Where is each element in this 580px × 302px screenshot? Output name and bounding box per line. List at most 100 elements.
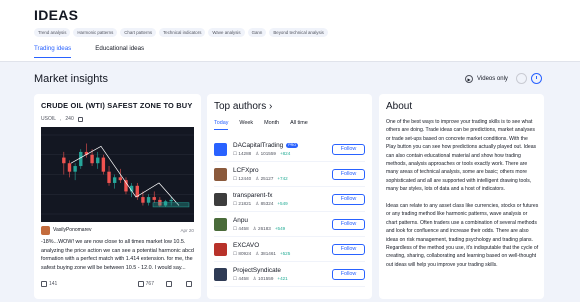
- author-row[interactable]: ProjectSyndicate ☐ 4458 ♙ 101559 +421 Follow: [214, 262, 365, 287]
- idea-author[interactable]: VasilyPonomarev: [53, 227, 92, 233]
- idea-card[interactable]: CRUDE OIL (WTI) SAFEST ZONE TO BUY USOIL…: [34, 94, 201, 299]
- candle-body: [96, 157, 100, 164]
- author-name-line: DACapitalTrading PRO: [233, 142, 332, 149]
- pattern-line: [70, 145, 180, 206]
- author-info: LCFXpro ☐ 12440 ♙ 25127 +742: [233, 167, 332, 182]
- followers-count: ♙ 101559: [252, 275, 274, 281]
- follow-button[interactable]: Follow: [332, 243, 365, 255]
- share-icon[interactable]: [166, 281, 172, 287]
- ideas-count: ☐ 4458: [233, 225, 249, 231]
- bookmark-icon[interactable]: [186, 281, 192, 287]
- follow-button[interactable]: Follow: [332, 268, 365, 280]
- candle-body: [112, 177, 117, 183]
- candle-body: [79, 151, 83, 167]
- ideas-count: ☐ 12440: [233, 175, 252, 181]
- tab-today[interactable]: Today: [214, 120, 229, 130]
- author-row[interactable]: EXCAVO ☐ 80924 ♙ 381461 +525 Follow: [214, 237, 365, 262]
- idea-footer: 141 767: [41, 281, 194, 287]
- author-info: transparent-fx ☐ 21821 ♙ 85324 +549: [233, 192, 332, 207]
- avatar[interactable]: [41, 225, 50, 235]
- avatar[interactable]: [214, 217, 227, 231]
- chip-trend-analysis[interactable]: Trend analysis: [34, 28, 71, 37]
- author-row[interactable]: DACapitalTrading PRO ☐ 14288 ♙ 101559 +824 Fo…: [214, 137, 365, 162]
- top-authors-card: Top authors › Today Week Month All time …: [207, 94, 372, 299]
- avatar[interactable]: [214, 267, 227, 281]
- candle-body: [152, 197, 156, 200]
- clock-icon[interactable]: [531, 73, 542, 84]
- author-row[interactable]: transparent-fx ☐ 21821 ♙ 85324 +549 Follow: [214, 187, 365, 212]
- ideas-count: ☐ 80924: [233, 250, 252, 256]
- author-name[interactable]: Anpu: [233, 217, 248, 224]
- chart-type-icon: [77, 116, 83, 122]
- ideas-count: ☐ 14288: [233, 150, 252, 156]
- like-count: 141: [49, 281, 58, 287]
- author-name[interactable]: EXCAVO: [233, 242, 259, 249]
- idea-title[interactable]: CRUDE OIL (WTI) SAFEST ZONE TO BUY: [41, 101, 192, 110]
- author-info: ProjectSyndicate ☐ 4458 ♙ 101559 +421: [233, 267, 332, 282]
- candle-body: [101, 157, 106, 172]
- author-list: DACapitalTrading PRO ☐ 14288 ♙ 101559 +824 Fo…: [214, 137, 365, 287]
- avatar[interactable]: [214, 192, 227, 206]
- author-name[interactable]: LCFXpro: [233, 167, 259, 174]
- avatar[interactable]: [214, 167, 227, 181]
- followers-count: ♙ 26183: [252, 225, 271, 231]
- market-insights-section: Market insights ▶ Videos only CRUDE OIL …: [0, 62, 580, 302]
- ideas-header: IDEAS Trend analysis Harmonic patterns C…: [0, 0, 580, 62]
- candle-body: [169, 199, 173, 202]
- avatar[interactable]: [214, 242, 227, 256]
- author-name-line: Anpu: [233, 217, 332, 224]
- followers-delta: +824: [279, 150, 291, 156]
- author-name-line: transparent-fx: [233, 192, 332, 199]
- candle-body: [62, 157, 66, 164]
- like-button[interactable]: 141: [41, 281, 57, 287]
- tab-all-time[interactable]: All time: [290, 120, 308, 130]
- chip-technical-indicators[interactable]: Technical indicators: [159, 28, 206, 37]
- followers-count: ♙ 101559: [255, 150, 276, 156]
- chip-beyond-technical-analysis[interactable]: Beyond technical analysis: [269, 28, 328, 37]
- chip-wave-analysis[interactable]: Wave analysis: [208, 28, 245, 37]
- about-paragraph: One of the best ways to improve your tra…: [386, 119, 537, 193]
- chip-harmonic-patterns[interactable]: Harmonic patterns: [73, 28, 118, 37]
- followers-count: ♙ 25127: [255, 175, 274, 181]
- follow-button[interactable]: Follow: [332, 193, 365, 205]
- author-name[interactable]: ProjectSyndicate: [233, 267, 281, 274]
- idea-chart[interactable]: [41, 127, 194, 222]
- idea-description: -18%...WOW! we are now close to all time…: [41, 239, 194, 271]
- chevron-right-icon: ›: [269, 101, 273, 112]
- candle-body: [73, 166, 77, 172]
- comments-button[interactable]: 767: [137, 281, 154, 287]
- top-authors-label: Top authors: [214, 101, 267, 112]
- author-row[interactable]: Anpu ☐ 4458 ♙ 26183 +549 Follow: [214, 212, 365, 237]
- author-row[interactable]: LCFXpro ☐ 12440 ♙ 25127 +742 Follow: [214, 162, 365, 187]
- videos-only-toggle[interactable]: [516, 73, 527, 84]
- follow-button[interactable]: Follow: [332, 143, 365, 155]
- pro-badge: PRO: [286, 142, 298, 148]
- tab-trading-ideas[interactable]: Trading ideas: [34, 45, 72, 58]
- candle-body: [107, 171, 111, 183]
- chip-gann[interactable]: Gann: [247, 28, 267, 37]
- avatar[interactable]: [214, 142, 227, 156]
- top-authors-title[interactable]: Top authors ›: [214, 101, 272, 112]
- author-stats: ☐ 4458 ♙ 26183 +549: [233, 226, 332, 232]
- ideas-count: ☐ 21821: [233, 200, 252, 206]
- about-body: One of the best ways to improve your tra…: [386, 118, 539, 269]
- idea-meta: USOIL, 240: [41, 116, 83, 122]
- idea-symbol[interactable]: USOIL: [41, 116, 56, 122]
- author-name-line: ProjectSyndicate: [233, 267, 332, 274]
- chip-chart-patterns[interactable]: Chart patterns: [120, 28, 157, 37]
- idea-date: Apr 20: [180, 227, 194, 233]
- followers-count: ♙ 85324: [255, 200, 274, 206]
- author-stats: ☐ 80924 ♙ 381461 +525: [233, 251, 332, 257]
- tab-educational-ideas[interactable]: Educational ideas: [95, 45, 144, 58]
- author-info: EXCAVO ☐ 80924 ♙ 381461 +525: [233, 242, 332, 257]
- tab-month[interactable]: Month: [264, 120, 279, 130]
- follow-button[interactable]: Follow: [332, 168, 365, 180]
- followers-delta: +549: [277, 200, 288, 206]
- author-name[interactable]: DACapitalTrading: [233, 142, 283, 149]
- tab-week[interactable]: Week: [239, 120, 253, 130]
- author-name[interactable]: transparent-fx: [233, 192, 272, 199]
- follow-button[interactable]: Follow: [332, 218, 365, 230]
- videos-only-filter[interactable]: ▶ Videos only: [465, 75, 508, 83]
- followers-delta: +742: [277, 175, 288, 181]
- candle-body: [90, 154, 94, 164]
